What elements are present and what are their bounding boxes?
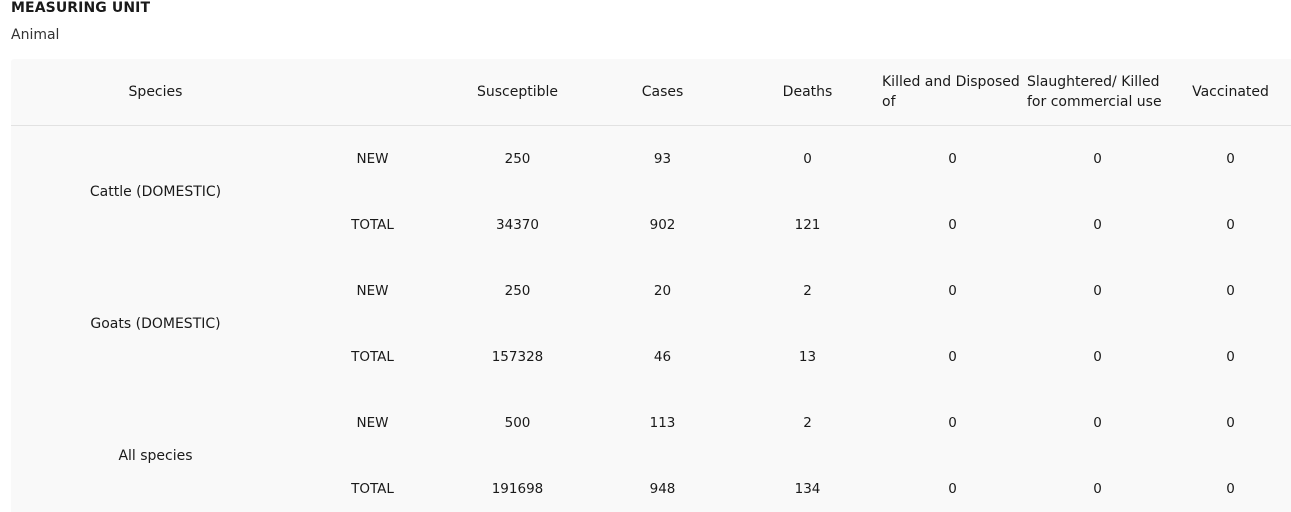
measuring-unit-value: Animal: [11, 27, 60, 43]
row-type-cell: NEW: [356, 415, 389, 431]
killed-cell: 0: [948, 217, 957, 233]
vaccinated-cell: 0: [1226, 283, 1235, 299]
table-row: Goats (DOMESTIC) NEW 250 20 2 0 0 0: [11, 258, 1291, 332]
killed-cell: 0: [948, 283, 957, 299]
slaughtered-cell: 0: [1093, 151, 1102, 167]
susceptible-cell: 157328: [491, 349, 544, 365]
cases-cell: 113: [649, 415, 676, 431]
deaths-cell: 0: [803, 151, 812, 167]
row-type-cell: TOTAL: [351, 481, 394, 497]
header-row: Species Susceptible Cases Deaths Killed …: [11, 59, 1291, 126]
header-susceptible: Susceptible: [445, 59, 590, 126]
deaths-cell: 13: [798, 349, 817, 365]
header-slaughtered: Slaughtered/ Killed for commercial use: [1025, 59, 1170, 126]
outbreak-table-container: Species Susceptible Cases Deaths Killed …: [11, 59, 1291, 512]
table-body: Cattle (DOMESTIC) NEW 250 93 0 0 0 0 TOT…: [11, 126, 1291, 512]
slaughtered-cell: 0: [1093, 283, 1102, 299]
deaths-cell: 121: [794, 217, 821, 233]
slaughtered-cell: 0: [1093, 415, 1102, 431]
row-type-cell: TOTAL: [351, 349, 394, 365]
killed-cell: 0: [948, 481, 957, 497]
susceptible-cell: 250: [504, 283, 531, 299]
outbreak-table: Species Susceptible Cases Deaths Killed …: [11, 59, 1291, 512]
species-cell: Cattle (DOMESTIC): [89, 184, 222, 200]
killed-cell: 0: [948, 415, 957, 431]
header-type: [300, 59, 445, 126]
vaccinated-cell: 0: [1226, 415, 1235, 431]
vaccinated-cell: 0: [1226, 217, 1235, 233]
species-cell: All species: [118, 448, 193, 464]
cases-cell: 902: [649, 217, 676, 233]
slaughtered-cell: 0: [1093, 481, 1102, 497]
header-species: Species: [11, 59, 300, 126]
deaths-cell: 134: [794, 481, 821, 497]
cases-cell: 948: [649, 481, 676, 497]
cases-cell: 93: [653, 151, 672, 167]
measuring-unit-title: MEASURING UNIT: [11, 0, 151, 16]
vaccinated-cell: 0: [1226, 151, 1235, 167]
deaths-cell: 2: [803, 283, 812, 299]
row-type-cell: NEW: [356, 283, 389, 299]
row-type-cell: TOTAL: [351, 217, 394, 233]
header-vaccinated: Vaccinated: [1170, 59, 1291, 126]
vaccinated-cell: 0: [1226, 481, 1235, 497]
cases-cell: 46: [653, 349, 672, 365]
susceptible-cell: 34370: [496, 217, 539, 233]
header-cases: Cases: [590, 59, 735, 126]
killed-cell: 0: [948, 349, 957, 365]
table-row: Cattle (DOMESTIC) NEW 250 93 0 0 0 0: [11, 126, 1291, 200]
vaccinated-cell: 0: [1226, 349, 1235, 365]
deaths-cell: 2: [803, 415, 812, 431]
slaughtered-cell: 0: [1093, 217, 1102, 233]
species-cell: Goats (DOMESTIC): [90, 316, 221, 332]
susceptible-cell: 191698: [491, 481, 544, 497]
killed-cell: 0: [948, 151, 957, 167]
slaughtered-cell: 0: [1093, 349, 1102, 365]
susceptible-cell: 250: [504, 151, 531, 167]
table-row: All species NEW 500 113 2 0 0 0: [11, 390, 1291, 464]
table-header: Species Susceptible Cases Deaths Killed …: [11, 59, 1291, 126]
cases-cell: 20: [653, 283, 672, 299]
susceptible-cell: 500: [504, 415, 531, 431]
row-type-cell: NEW: [356, 151, 389, 167]
header-killed-disposed: Killed and Disposed of: [880, 59, 1025, 126]
header-deaths: Deaths: [735, 59, 880, 126]
